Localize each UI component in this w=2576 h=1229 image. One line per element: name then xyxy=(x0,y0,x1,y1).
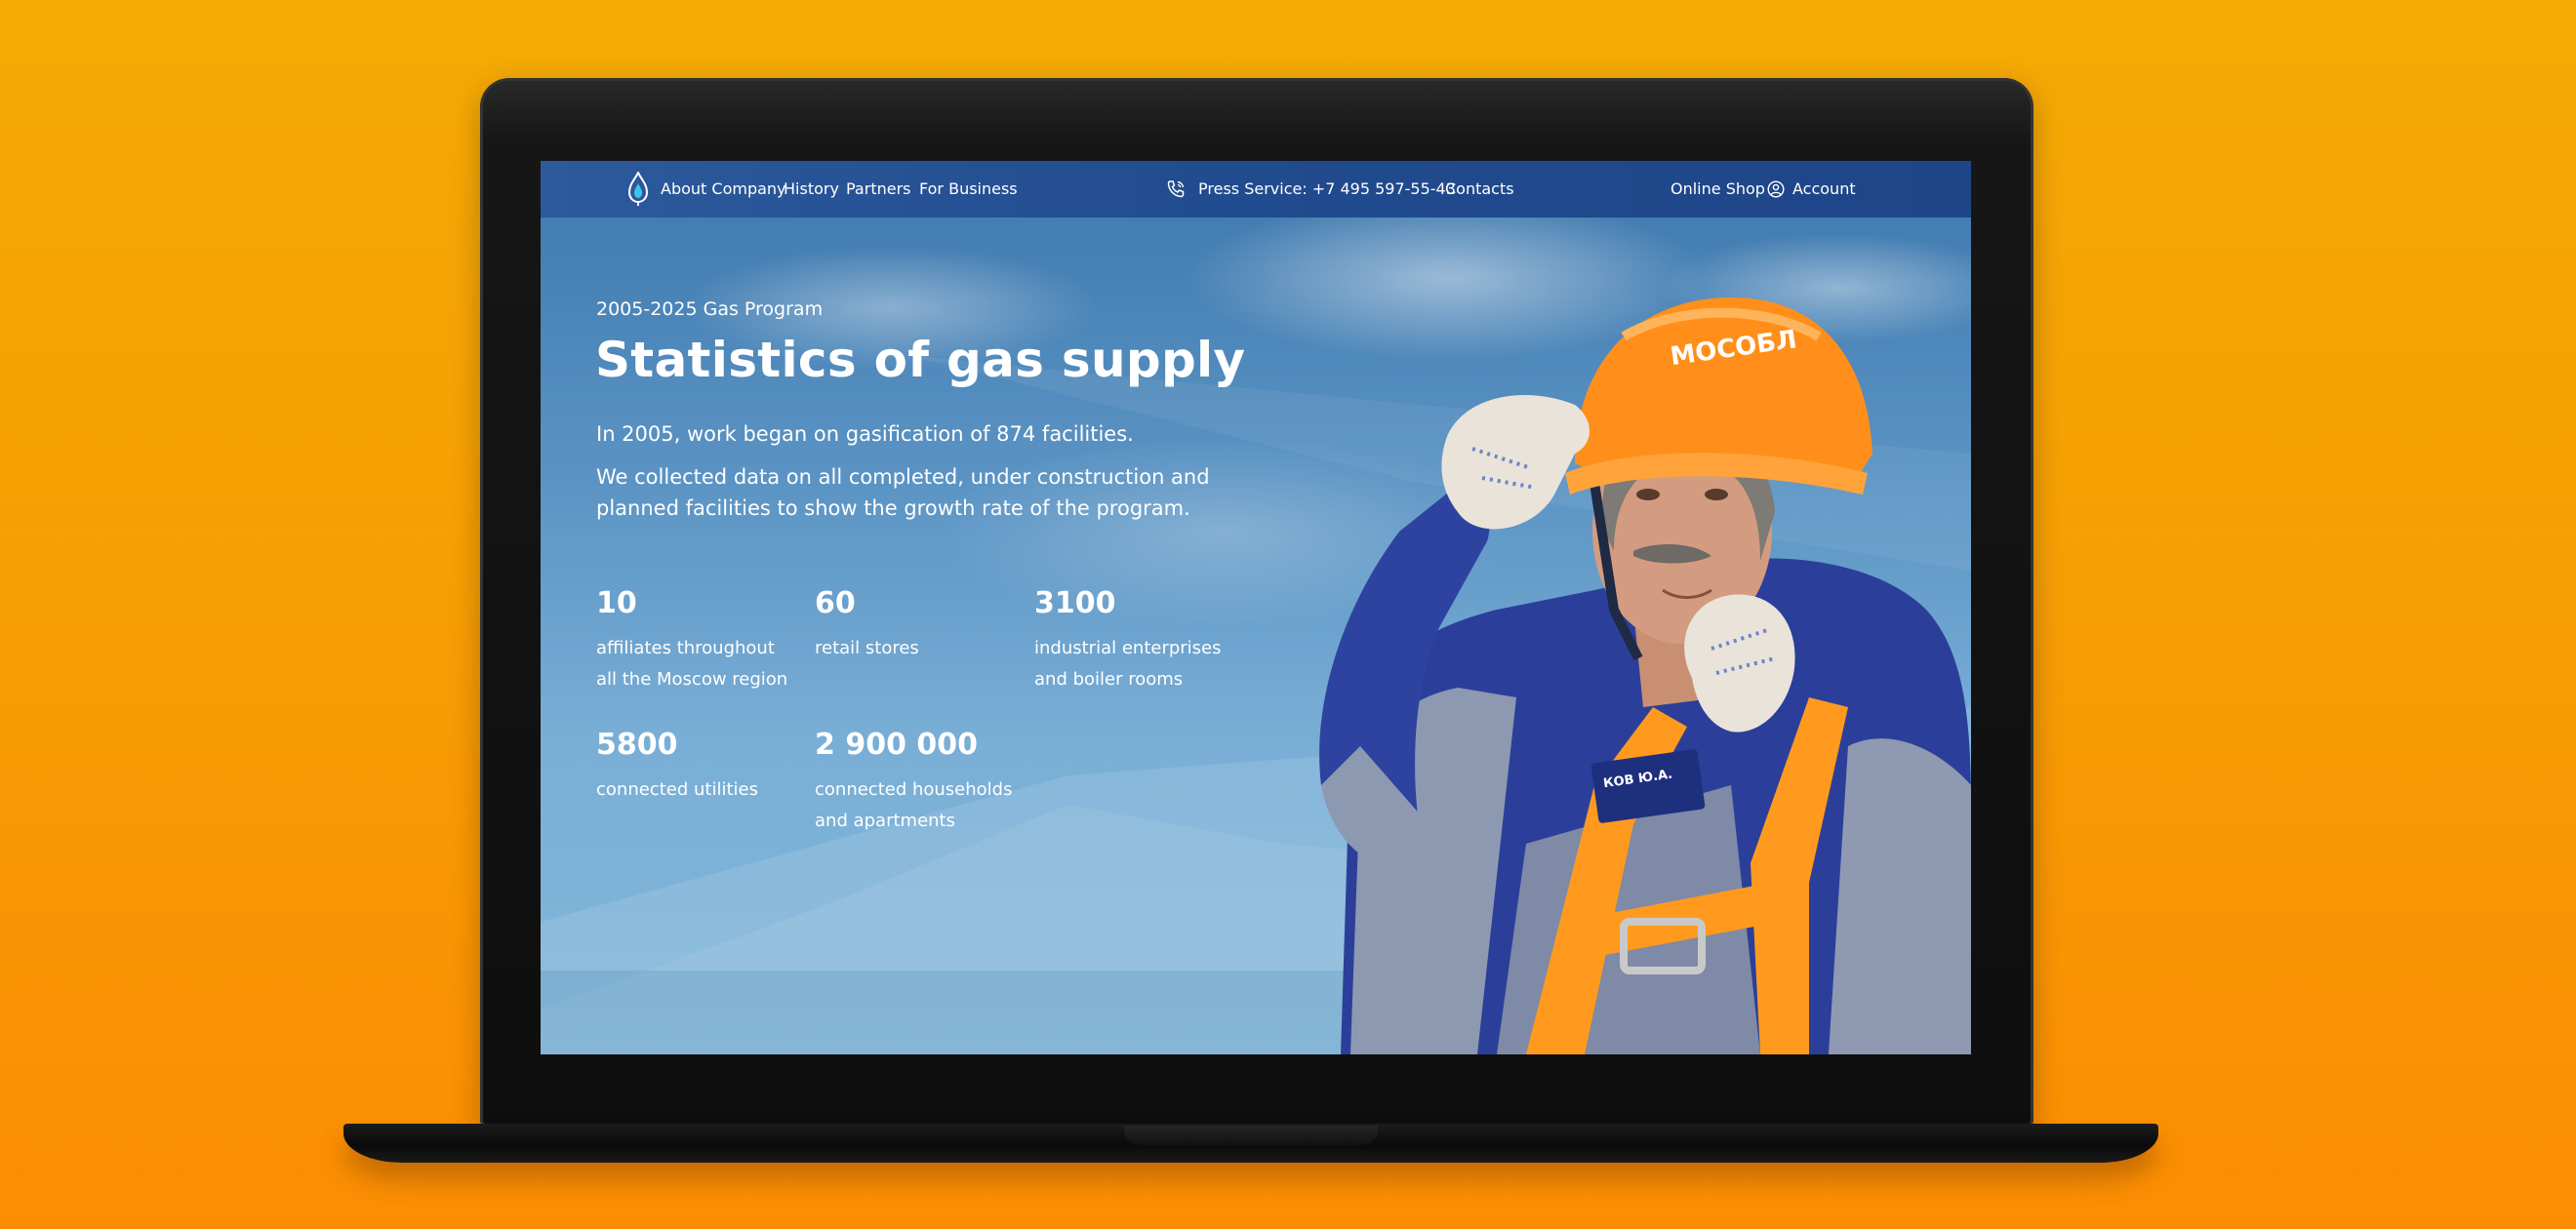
stat-affiliates-value: 10 xyxy=(596,586,637,620)
program-eyebrow: 2005-2025 Gas Program xyxy=(596,298,824,320)
stat-label-line: and apartments xyxy=(815,811,955,831)
phone-icon xyxy=(1167,180,1185,198)
laptop-notch xyxy=(1124,1126,1378,1145)
stat-households-label: connected households and apartments xyxy=(815,774,1012,837)
nav-link-about-company[interactable]: About Company xyxy=(661,161,786,218)
stat-label-line: connected utilities xyxy=(596,779,758,800)
stat-industrial-label: industrial enterprises and boiler rooms xyxy=(1034,633,1222,695)
stat-label-line: connected households xyxy=(815,779,1013,800)
stat-label-line: industrial enterprises xyxy=(1034,638,1222,658)
intro-paragraph: In 2005, work began on gasification of 8… xyxy=(596,422,1134,446)
stat-households-value: 2 900 000 xyxy=(815,728,979,762)
stat-utilities-value: 5800 xyxy=(596,728,678,762)
stat-label-line: affiliates throughout xyxy=(596,638,775,658)
description-line-2: planned facilities to show the growth ra… xyxy=(596,496,1190,520)
description-line-1: We collected data on all completed, unde… xyxy=(596,465,1210,489)
nav-link-contacts[interactable]: Contacts xyxy=(1445,161,1514,218)
top-navigation: About Company History Partners For Busin… xyxy=(541,161,1971,218)
nav-link-account[interactable]: Account xyxy=(1792,161,1856,218)
press-service-phone[interactable]: Press Service: +7 495 597-55-43 xyxy=(1198,161,1456,218)
stat-retail-label: retail stores xyxy=(815,633,919,664)
stat-retail-value: 60 xyxy=(815,586,856,620)
website-screen: About Company History Partners For Busin… xyxy=(541,161,1971,1054)
account-icon[interactable] xyxy=(1767,180,1785,198)
nav-link-partners[interactable]: Partners xyxy=(846,161,910,218)
gas-worker-photo: КОВ Ю.А. МОСОБЛ xyxy=(1319,297,1971,1054)
stat-utilities-label: connected utilities xyxy=(596,774,758,806)
gas-flame-logo-icon[interactable] xyxy=(626,172,650,207)
nav-link-for-business[interactable]: For Business xyxy=(919,161,1018,218)
page-title: Statistics of gas supply xyxy=(595,332,1246,388)
stat-label-line: retail stores xyxy=(815,638,919,658)
stat-label-line: and boiler rooms xyxy=(1034,669,1184,690)
stat-label-line: all the Moscow region xyxy=(596,669,788,690)
stat-industrial-value: 3100 xyxy=(1034,586,1116,620)
stat-affiliates-label: affiliates throughout all the Moscow reg… xyxy=(596,633,787,695)
nav-link-online-shop[interactable]: Online Shop xyxy=(1670,161,1765,218)
nav-link-history[interactable]: History xyxy=(784,161,839,218)
